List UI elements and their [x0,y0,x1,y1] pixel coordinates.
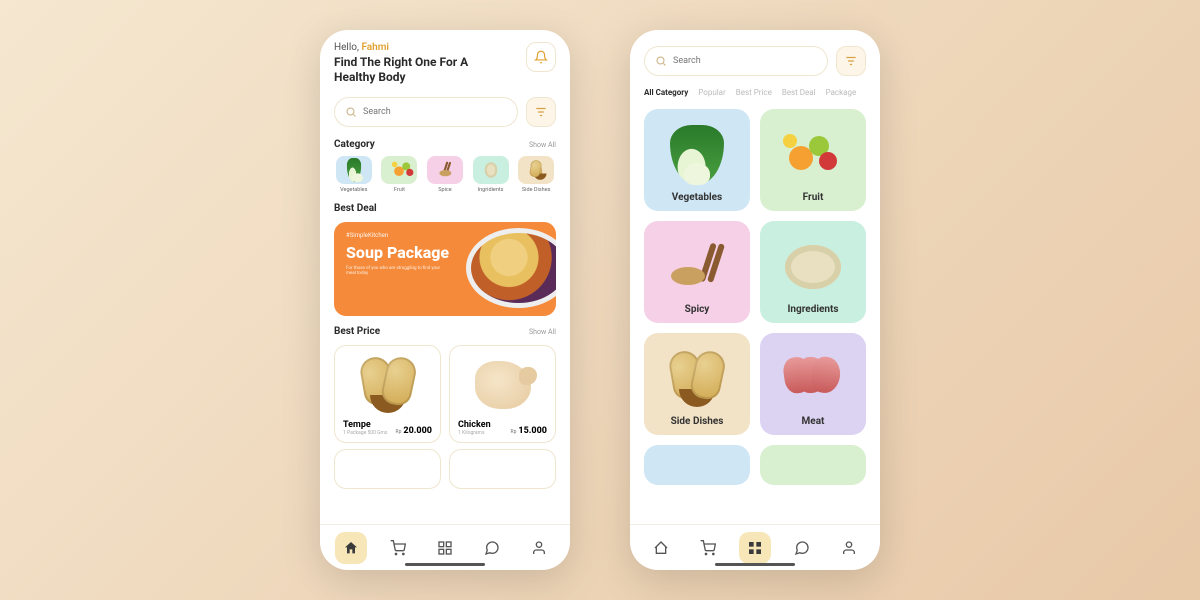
tile-vegetables[interactable]: Vegetables [644,109,750,211]
tile-spicy[interactable]: Spicy [644,221,750,323]
product-card-tempe[interactable]: Tempe 1 Package 500 Gms Rp20.000 [334,345,441,443]
vegetables-image [670,125,724,185]
home-icon [653,540,669,556]
nav-cart[interactable] [382,532,414,564]
filter-button[interactable] [526,97,556,127]
tile-fruit[interactable]: Fruit [760,109,866,211]
search-input[interactable] [363,107,507,117]
user-name: Fahmi [361,42,389,53]
home-indicator [715,563,795,566]
category-tabs: All Category Popular Best Price Best Dea… [644,88,866,97]
nav-home[interactable] [645,532,677,564]
tile-label: Vegetables [672,192,722,203]
fruit-image [783,132,843,178]
category-fruit[interactable]: Fruit [380,156,420,193]
tab-popular[interactable]: Popular [698,88,725,97]
spice-image [669,241,725,293]
grid-icon [437,540,453,556]
product-card-partial[interactable] [449,449,556,489]
best-deal-card[interactable]: #SimpleKitchen Soup Package For those of… [334,222,556,316]
home-indicator [405,563,485,566]
category-ingredients[interactable]: Ingridients [471,156,511,193]
catalog-screen: All Category Popular Best Price Best Dea… [630,30,880,570]
greeting: Hello, Fahmi [334,42,484,53]
notification-button[interactable] [526,42,556,72]
filter-icon [844,54,858,68]
tab-package[interactable]: Package [826,88,857,97]
tab-best-deal[interactable]: Best Deal [782,88,816,97]
profile-icon [841,540,857,556]
nav-categories[interactable] [429,532,461,564]
filter-icon [534,105,548,119]
profile-icon [531,540,547,556]
home-screen: Hello, Fahmi Find The Right One For A He… [320,30,570,570]
category-row: Vegetables Fruit Spice Ingridients Side … [334,156,556,193]
nav-home[interactable] [335,532,367,564]
tempe-image [358,357,418,413]
nav-cart[interactable] [692,532,724,564]
best-price-show-all[interactable]: Show All [529,328,556,336]
chat-icon [484,540,500,556]
nav-profile[interactable] [523,532,555,564]
nav-chat[interactable] [786,532,818,564]
search-field[interactable] [334,97,518,127]
grid-icon [747,540,763,556]
greeting-prefix: Hello, [334,42,361,53]
nav-profile[interactable] [833,532,865,564]
side-dishes-image [667,351,727,407]
meat-image [784,357,842,401]
chat-icon [794,540,810,556]
search-icon [655,55,667,67]
chicken-image [475,361,531,409]
tile-ingredients[interactable]: Ingredients [760,221,866,323]
search-field[interactable] [644,46,828,76]
tile-label: Meat [802,416,825,427]
search-icon [345,106,357,118]
deal-subtitle: For those of you who are struggling to f… [346,266,446,276]
category-vegetables[interactable]: Vegetables [334,156,374,193]
soup-bowl-image [466,228,556,308]
cart-icon [700,540,716,556]
category-show-all[interactable]: Show All [529,141,556,149]
tile-label: Side Dishes [671,416,724,427]
category-side-dishes[interactable]: Side Dishes [516,156,556,193]
home-icon [343,540,359,556]
tab-all-category[interactable]: All Category [644,88,688,97]
tile-side-dishes[interactable]: Side Dishes [644,333,750,435]
product-card-partial[interactable] [334,449,441,489]
headline: Find The Right One For A Healthy Body [334,55,484,85]
category-title: Category [334,139,375,150]
tile-label: Spicy [685,304,710,315]
product-price: 20.000 [403,426,432,436]
cart-icon [390,540,406,556]
nav-categories[interactable] [739,532,771,564]
product-price: 15.000 [518,426,547,436]
tile-meat[interactable]: Meat [760,333,866,435]
tile-label: Fruit [803,192,824,203]
best-price-title: Best Price [334,326,380,337]
product-card-chicken[interactable]: Chicken 1 Kilograms Rp15.000 [449,345,556,443]
category-spice[interactable]: Spice [425,156,465,193]
best-deal-title: Best Deal [334,203,377,214]
tile-partial[interactable] [760,445,866,485]
search-input[interactable] [673,56,817,66]
tab-best-price[interactable]: Best Price [736,88,772,97]
nav-chat[interactable] [476,532,508,564]
filter-button[interactable] [836,46,866,76]
bell-icon [534,50,548,64]
tile-partial[interactable] [644,445,750,485]
ingredients-image [785,245,841,289]
tile-label: Ingredients [787,304,838,315]
